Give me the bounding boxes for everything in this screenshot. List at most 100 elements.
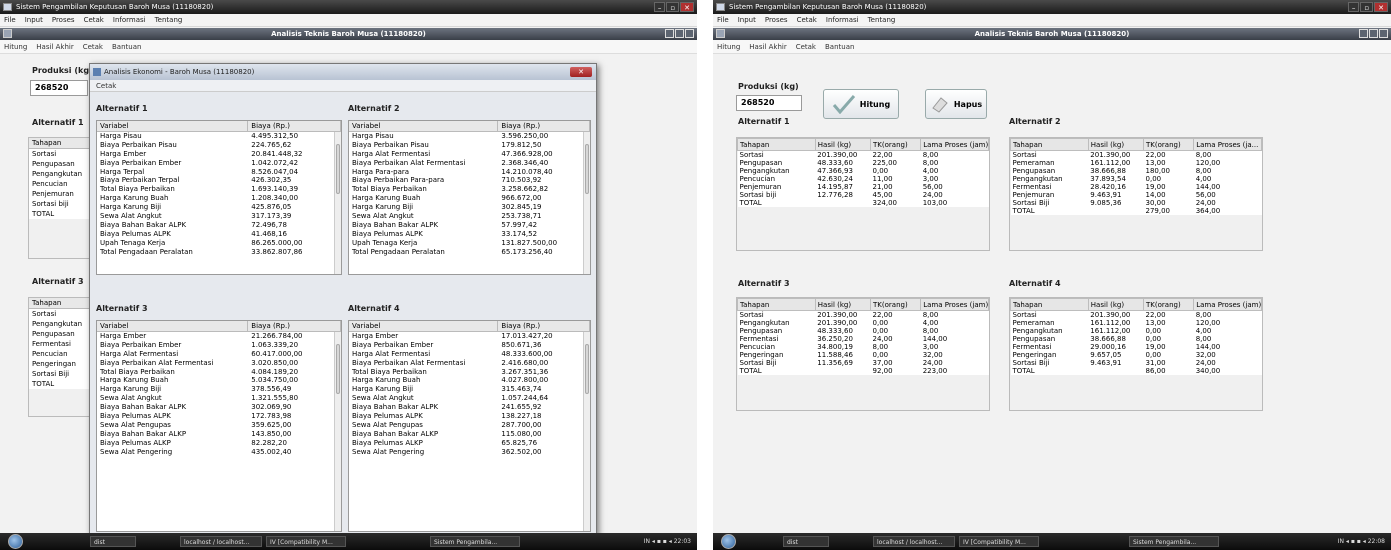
start-button[interactable] — [8, 534, 23, 549]
column-header[interactable]: TK(orang) — [1143, 138, 1195, 151]
table-row[interactable]: Pencucian 34.800,19 8,00 3,00 — [737, 343, 989, 351]
table-row[interactable]: Biaya Perbaikan Ember 1.042.072,42 — [97, 159, 341, 168]
table-row[interactable]: Total Pengadaan Peralatan 65.173.256,40 — [349, 248, 590, 257]
column-header[interactable]: Tahapan — [1010, 138, 1089, 151]
table-row[interactable]: Biaya Pelumas ALPK 138.227,18 — [349, 412, 590, 421]
table-row[interactable]: Sortasi 201.390,00 22,00 8,00 — [1010, 150, 1262, 159]
menu-informasi[interactable]: Informasi — [826, 14, 859, 26]
table-row[interactable]: Harga Pisau 3.596.250,00 — [349, 132, 590, 141]
menu-hasil-akhir[interactable]: Hasil Akhir — [749, 40, 786, 53]
column-header-variabel[interactable]: Variabel — [97, 321, 249, 331]
scrollbar-thumb[interactable] — [585, 344, 589, 394]
table-row[interactable]: Fermentasi 36.250,20 24,00 144,00 — [737, 335, 989, 343]
table-row[interactable]: TOTAL 324,00 103,00 — [737, 199, 989, 207]
table-row[interactable]: Harga Karung Buah 4.027.800,00 — [349, 376, 590, 385]
table-row[interactable]: Pengupasan 48.333,60 0,00 8,00 — [737, 327, 989, 335]
table-row[interactable]: Harga Para-para 14.210.078,40 — [349, 168, 590, 177]
table-row[interactable]: Pengangkutan 37.893,54 0,00 4,00 — [1010, 175, 1262, 183]
frame-minimize-icon[interactable] — [665, 29, 674, 38]
taskbar-item-sistem[interactable]: Sistem Pengambila... — [1129, 536, 1219, 547]
column-header[interactable]: Hasil (kg) — [1087, 298, 1145, 311]
table-row[interactable]: Biaya Perbaikan Ember 1.063.339,20 — [97, 341, 341, 350]
frame-close-icon[interactable] — [1379, 29, 1388, 38]
column-header[interactable]: Hasil (kg) — [1087, 138, 1145, 151]
taskbar-item-localhost[interactable]: localhost / localhost... — [180, 536, 262, 547]
scrollbar-thumb[interactable] — [336, 344, 340, 394]
table-row[interactable]: Biaya Perbaikan Pisau 179.812,50 — [349, 141, 590, 150]
table-row[interactable]: Sortasi 201.390,00 22,00 8,00 — [737, 150, 989, 159]
menu-proses[interactable]: Proses — [52, 14, 75, 26]
menu-file[interactable]: File — [717, 14, 729, 26]
table-row[interactable]: Sortasi biji 12.776,28 45,00 24,00 — [737, 191, 989, 199]
column-header[interactable]: Lama Proses (jam) — [1193, 298, 1262, 311]
table-row[interactable]: Pengeringan 11.588,46 0,00 32,00 — [737, 351, 989, 359]
table-row[interactable]: TOTAL 86,00 340,00 — [1010, 367, 1262, 375]
table-row[interactable]: Total Pengadaan Peralatan 33.862.807,86 — [97, 248, 341, 257]
table-row[interactable]: Sewa Alat Angkut 253.738,71 — [349, 212, 590, 221]
table-row[interactable]: Pengangkutan 47.366,93 0,00 4,00 — [737, 167, 989, 175]
column-header[interactable]: TK(orang) — [1143, 298, 1195, 311]
column-header-variabel[interactable]: Variabel — [97, 121, 249, 131]
table-row[interactable]: Biaya Bahan Bakar ALKP 115.080,00 — [349, 430, 590, 439]
produksi-input-2[interactable]: 268520 — [736, 95, 802, 111]
table-row[interactable]: Penjemuran 9.463,91 14,00 56,00 — [1010, 191, 1262, 199]
column-header-variabel[interactable]: Variabel — [349, 321, 499, 331]
scrollbar-thumb[interactable] — [336, 144, 340, 194]
list-item[interactable]: Sortasi — [32, 149, 91, 159]
minimize-icon[interactable]: – — [1347, 2, 1360, 12]
table-row[interactable]: Biaya Pelumas ALPK 41.468,16 — [97, 230, 341, 239]
column-header-biaya[interactable]: Biaya (Rp.) — [498, 321, 590, 331]
list-item[interactable]: Sortasi biji — [32, 199, 91, 209]
vertical-scrollbar[interactable] — [334, 332, 341, 531]
scrollbar-thumb[interactable] — [585, 144, 589, 194]
frame-minimize-icon[interactable] — [1359, 29, 1368, 38]
table-row[interactable]: Sortasi Biji 9.463,91 31,00 24,00 — [1010, 359, 1262, 367]
table-row[interactable]: Penjemuran 14.195,87 21,00 56,00 — [737, 183, 989, 191]
table-row[interactable]: Biaya Bahan Bakar ALKP 143.850,00 — [97, 430, 341, 439]
column-header-biaya[interactable]: Biaya (Rp.) — [248, 321, 341, 331]
table-row[interactable]: Biaya Pelumas ALKP 82.282,20 — [97, 439, 341, 448]
table-row[interactable]: Total Biaya Perbaikan 4.084.189,20 — [97, 368, 341, 377]
list-item[interactable]: Pengupasan — [32, 159, 91, 169]
menu-input[interactable]: Input — [25, 14, 43, 26]
table-row[interactable]: Harga Ember 20.841.448,32 — [97, 150, 341, 159]
taskbar-item-word[interactable]: IV [Compatibility M... — [266, 536, 346, 547]
table-row[interactable]: Harga Pisau 4.495.312,50 — [97, 132, 341, 141]
table-row[interactable]: Harga Karung Biji 425.876,05 — [97, 203, 341, 212]
table-row[interactable]: Sewa Alat Angkut 1.057.244,64 — [349, 394, 590, 403]
column-header[interactable]: Hasil (kg) — [814, 138, 872, 151]
table-row[interactable]: Upah Tenaga Kerja 131.827.500,00 — [349, 239, 590, 248]
table-row[interactable]: Fermentasi 29.000,16 19,00 144,00 — [1010, 343, 1262, 351]
vertical-scrollbar[interactable] — [583, 132, 590, 274]
column-header[interactable]: Lama Proses (jam) — [920, 298, 989, 311]
table-row[interactable]: Biaya Bahan Bakar ALPK 57.997,42 — [349, 221, 590, 230]
table-row[interactable]: Pencucian 42.630,24 11,00 3,00 — [737, 175, 989, 183]
table-row[interactable]: Biaya Perbaikan Pisau 224.765,62 — [97, 141, 341, 150]
menu-proses[interactable]: Proses — [765, 14, 788, 26]
column-header[interactable]: Tahapan — [1010, 298, 1089, 311]
list-item[interactable]: Pencucian — [32, 179, 91, 189]
table-row[interactable]: Harga Alat Fermentasi 60.417.000,00 — [97, 350, 341, 359]
table-row[interactable]: Sewa Alat Pengupas 287.700,00 — [349, 421, 590, 430]
start-button-2[interactable] — [721, 534, 736, 549]
table-row[interactable]: Harga Terpal 8.526.047,04 — [97, 168, 341, 177]
table-row[interactable]: Biaya Perbaikan Terpal 426.302,35 — [97, 176, 341, 185]
table-row[interactable]: Sewa Alat Angkut 317.173,39 — [97, 212, 341, 221]
table-row[interactable]: Harga Karung Buah 966.672,00 — [349, 194, 590, 203]
table-row[interactable]: Sewa Alat Pengering 362.502,00 — [349, 448, 590, 457]
list-item[interactable]: Pengangkutan — [32, 169, 91, 179]
frame-close-icon[interactable] — [685, 29, 694, 38]
table-row[interactable]: Biaya Pelumas ALPK 33.174,52 — [349, 230, 590, 239]
column-header[interactable]: Lama Proses (ja... — [1193, 138, 1262, 151]
table-row[interactable]: Pemeraman 161.112,00 13,00 120,00 — [1010, 319, 1262, 327]
column-header[interactable]: Tahapan — [737, 138, 816, 151]
table-row[interactable]: Biaya Perbaikan Alat Fermentasi 3.020.850… — [97, 359, 341, 368]
frame-maximize-icon[interactable] — [675, 29, 684, 38]
taskbar-item-dist[interactable]: dist — [90, 536, 136, 547]
vertical-scrollbar[interactable] — [334, 132, 341, 274]
table-row[interactable]: Biaya Bahan Bakar ALPK 302.069,90 — [97, 403, 341, 412]
minimize-icon[interactable]: – — [653, 2, 666, 12]
frame-maximize-icon[interactable] — [1369, 29, 1378, 38]
menu-informasi[interactable]: Informasi — [113, 14, 146, 26]
dialog-close-icon[interactable]: ✕ — [570, 67, 592, 77]
